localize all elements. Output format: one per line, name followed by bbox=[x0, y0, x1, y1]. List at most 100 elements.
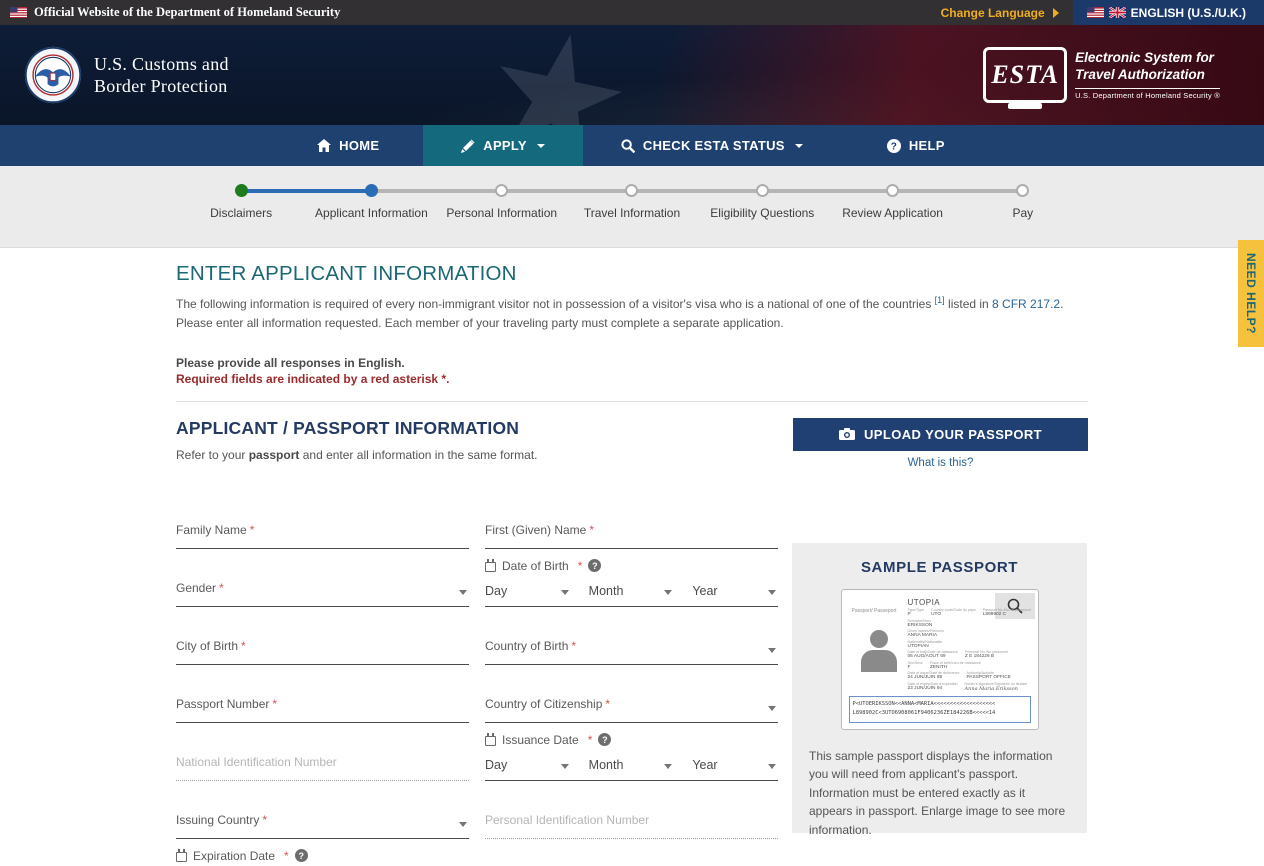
step-review-application[interactable]: Review Application bbox=[827, 184, 957, 220]
country-of-birth-select[interactable]: Country of Birth* bbox=[485, 637, 778, 665]
dob-year-select[interactable]: Year bbox=[692, 584, 778, 598]
site-header: U.S. Customs and Border Protection ESTA … bbox=[0, 25, 1264, 125]
esta-application-page: Official Website of the Department of Ho… bbox=[0, 0, 1264, 866]
passport-number-field[interactable]: Passport Number* bbox=[176, 695, 469, 723]
step-dot bbox=[625, 184, 638, 197]
dob-month-select[interactable]: Month bbox=[589, 584, 675, 598]
step-travel-information[interactable]: Travel Information bbox=[567, 184, 697, 220]
application-progress: Disclaimers Applicant Information Person… bbox=[0, 166, 1264, 248]
chevron-down-icon bbox=[459, 822, 467, 827]
step-disclaimers[interactable]: Disclaimers bbox=[176, 184, 306, 220]
nav-home[interactable]: HOME bbox=[273, 125, 423, 166]
gender-select[interactable]: Gender* bbox=[176, 579, 469, 607]
language-selector[interactable]: ENGLISH (U.S./U.K.) bbox=[1073, 0, 1264, 25]
country-of-citizenship-select[interactable]: Country of Citizenship* bbox=[485, 695, 778, 723]
arrow-right-icon bbox=[1053, 8, 1059, 18]
home-icon bbox=[317, 139, 331, 153]
issuance-date-group: Issuance Date* ? Day Month Year bbox=[485, 733, 778, 781]
cfr-link[interactable]: 8 CFR 217.2 bbox=[992, 297, 1060, 311]
us-flag-icon bbox=[10, 7, 27, 18]
sample-passport-title: SAMPLE PASSPORT bbox=[809, 559, 1070, 576]
city-of-birth-field[interactable]: City of Birth* bbox=[176, 637, 469, 665]
passport-side-label: Passport/ Passeport bbox=[852, 608, 897, 616]
step-dot-current bbox=[365, 184, 378, 197]
dob-day-select[interactable]: Day bbox=[485, 584, 571, 598]
step-eligibility-questions[interactable]: Eligibility Questions bbox=[697, 184, 827, 220]
upload-passport-button[interactable]: UPLOAD YOUR PASSPORT bbox=[793, 418, 1088, 451]
sample-passport-description: This sample passport displays the inform… bbox=[809, 747, 1070, 840]
uk-flag-icon bbox=[1109, 7, 1126, 18]
esta-logo: ESTA Electronic System for Travel Author… bbox=[983, 47, 1220, 103]
main-navigation: HOME APPLY CHECK ESTA STATUS ? HELP bbox=[0, 125, 1264, 166]
site-notice: Official Website of the Department of Ho… bbox=[10, 5, 340, 20]
step-dot bbox=[1016, 184, 1029, 197]
search-icon bbox=[621, 139, 635, 153]
national-id-field: National Identification Number bbox=[176, 753, 469, 781]
chevron-down-icon bbox=[537, 144, 545, 148]
chevron-down-icon bbox=[459, 590, 467, 595]
help-icon[interactable]: ? bbox=[598, 733, 611, 746]
first-name-field[interactable]: First (Given) Name* bbox=[485, 521, 778, 549]
change-language-link[interactable]: Change Language bbox=[941, 6, 1059, 20]
step-dot bbox=[495, 184, 508, 197]
chevron-down-icon bbox=[768, 648, 776, 653]
step-dot bbox=[886, 184, 899, 197]
chevron-down-icon bbox=[561, 764, 569, 769]
english-note: Please provide all responses in English. bbox=[176, 356, 1088, 372]
passport-photo-silhouette bbox=[858, 630, 900, 688]
step-dot-complete bbox=[235, 184, 248, 197]
issuance-year-select[interactable]: Year bbox=[692, 758, 778, 772]
footnote-link[interactable]: [1] bbox=[935, 295, 945, 305]
language-label: ENGLISH (U.S./U.K.) bbox=[1131, 6, 1246, 20]
issuance-day-select[interactable]: Day bbox=[485, 758, 571, 772]
site-notice-text: Official Website of the Department of Ho… bbox=[34, 5, 340, 20]
chevron-down-icon bbox=[664, 764, 672, 769]
chevron-down-icon bbox=[561, 590, 569, 595]
step-applicant-information[interactable]: Applicant Information bbox=[306, 184, 436, 220]
sample-passport-image[interactable]: Passport/ Passeport UTOPIA Type/TypeP Co… bbox=[841, 589, 1039, 730]
passport-data: UTOPIA Type/TypeP Country code/Code du p… bbox=[908, 598, 1032, 692]
required-fields-note: Required fields are indicated by a red a… bbox=[176, 372, 1088, 388]
government-topbar: Official Website of the Department of Ho… bbox=[0, 0, 1264, 25]
sample-passport-panel: SAMPLE PASSPORT Passport/ Passeport UTOP… bbox=[792, 543, 1087, 833]
chevron-down-icon bbox=[768, 764, 776, 769]
nav-check-esta-status[interactable]: CHECK ESTA STATUS bbox=[583, 125, 841, 166]
need-help-tab[interactable]: NEED HELP? bbox=[1238, 240, 1264, 347]
date-of-birth-group: Date of Birth* ? Day Month Year bbox=[485, 559, 778, 607]
page-title: ENTER APPLICANT INFORMATION bbox=[176, 262, 1088, 286]
family-name-field[interactable]: Family Name* bbox=[176, 521, 469, 549]
expiration-date-group: Expiration Date* ? Day Month Year bbox=[176, 849, 469, 866]
esta-monitor-icon: ESTA bbox=[983, 47, 1067, 103]
svg-text:?: ? bbox=[891, 141, 897, 152]
issuing-country-select[interactable]: Issuing Country* bbox=[176, 811, 469, 839]
dhs-seal-icon bbox=[24, 46, 82, 104]
chevron-down-icon bbox=[768, 590, 776, 595]
chevron-down-icon bbox=[664, 590, 672, 595]
help-icon[interactable]: ? bbox=[295, 849, 308, 862]
calendar-icon bbox=[485, 562, 496, 572]
intro-paragraph: The following information is required of… bbox=[176, 293, 1088, 333]
step-dot bbox=[756, 184, 769, 197]
step-personal-information[interactable]: Personal Information bbox=[437, 184, 567, 220]
passport-form: Family Name* First (Given) Name* Gender* bbox=[176, 491, 778, 866]
nav-help[interactable]: ? HELP bbox=[841, 125, 991, 166]
cbp-brand[interactable]: U.S. Customs and Border Protection bbox=[24, 46, 229, 104]
what-is-this-link[interactable]: What is this? bbox=[793, 457, 1088, 469]
help-icon[interactable]: ? bbox=[588, 559, 601, 572]
nav-apply[interactable]: APPLY bbox=[423, 125, 583, 166]
pencil-icon bbox=[461, 139, 475, 153]
calendar-icon bbox=[485, 736, 496, 746]
issuance-month-select[interactable]: Month bbox=[589, 758, 675, 772]
personal-id-field: Personal Identification Number bbox=[485, 811, 778, 839]
section-title: APPLICANT / PASSPORT INFORMATION bbox=[176, 418, 538, 439]
chevron-down-icon bbox=[795, 144, 803, 148]
section-subtitle: Refer to your passport and enter all inf… bbox=[176, 448, 538, 462]
section-divider bbox=[176, 401, 1088, 402]
camera-icon bbox=[839, 428, 855, 440]
agency-name: U.S. Customs and Border Protection bbox=[94, 53, 229, 98]
us-flag-icon bbox=[1087, 7, 1104, 18]
calendar-icon bbox=[176, 852, 187, 862]
passport-mrz: P<UTOERIKSSON<<ANNA<MARIA<<<<<<<<<<<<<<<… bbox=[849, 696, 1031, 722]
step-pay[interactable]: Pay bbox=[958, 184, 1088, 220]
chevron-down-icon bbox=[768, 706, 776, 711]
